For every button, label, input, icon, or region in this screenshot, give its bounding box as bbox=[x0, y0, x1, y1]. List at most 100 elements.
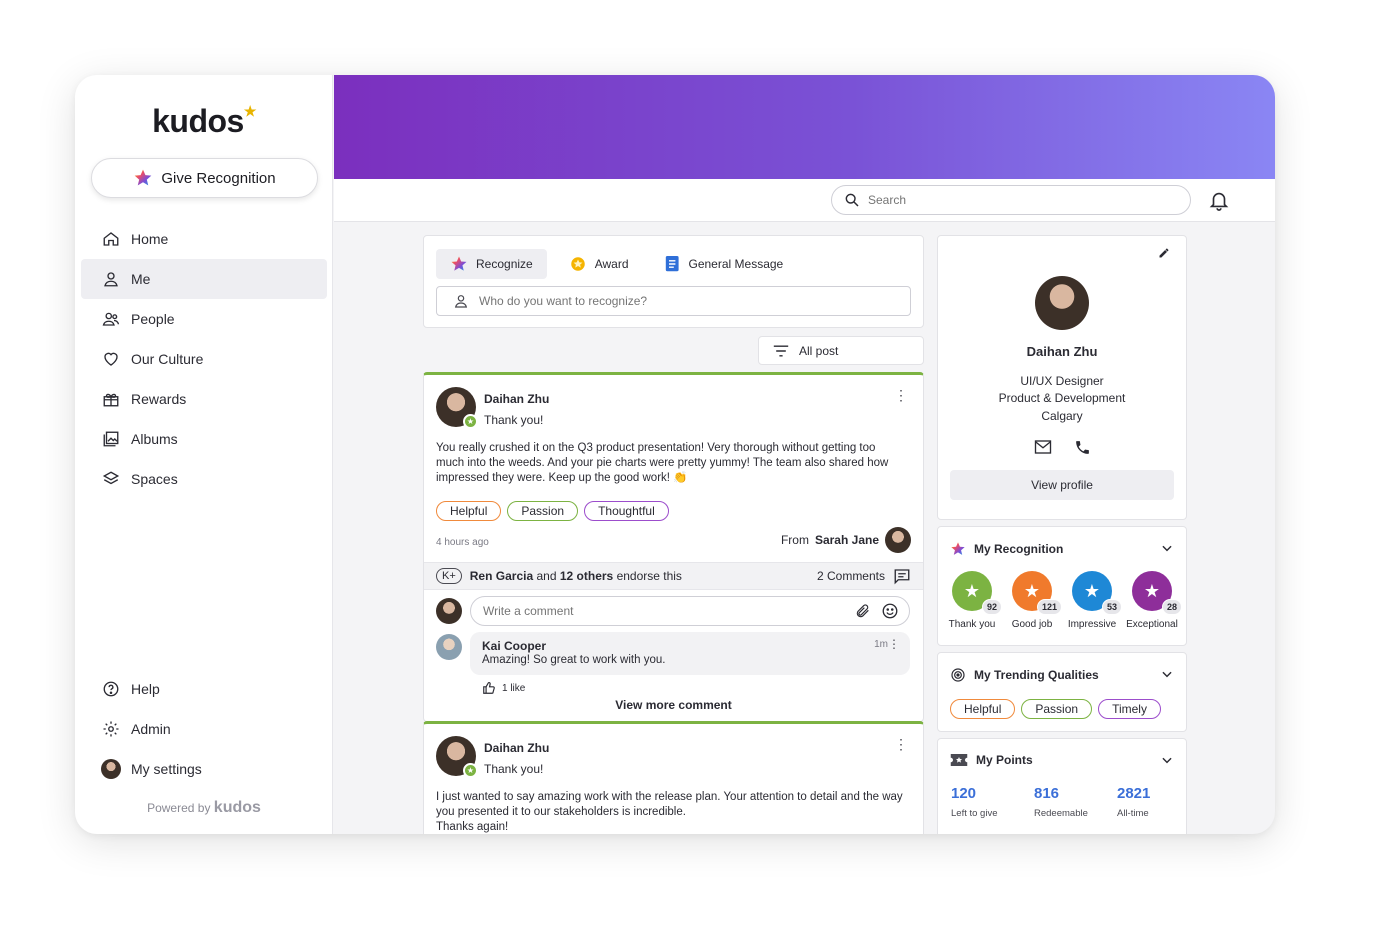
comment-icon bbox=[894, 569, 910, 585]
tag-chip[interactable]: Helpful bbox=[950, 699, 1016, 719]
sidebar-item-label: Albums bbox=[131, 431, 178, 447]
album-icon bbox=[101, 429, 121, 449]
post-title: Thank you! bbox=[484, 413, 544, 427]
recipient-field[interactable] bbox=[436, 286, 911, 316]
post-body: I just wanted to say amazing work with t… bbox=[436, 790, 911, 834]
sidebar-item-my-settings[interactable]: My settings bbox=[81, 749, 327, 789]
points-value: 2821 bbox=[1117, 785, 1151, 802]
view-profile-button[interactable]: View profile bbox=[950, 470, 1174, 500]
reply-options-icon[interactable]: ⋮ bbox=[888, 637, 900, 651]
section-title: My Points bbox=[976, 753, 1033, 767]
ticket-icon bbox=[950, 754, 968, 766]
tag-chip[interactable]: Passion bbox=[1021, 699, 1093, 719]
tag-chip[interactable]: Thoughtful bbox=[584, 501, 669, 521]
notifications-bell-icon[interactable] bbox=[1208, 188, 1230, 217]
recipient-input[interactable] bbox=[479, 294, 879, 308]
reply-author[interactable]: Kai Cooper bbox=[482, 639, 546, 653]
edit-pencil-icon[interactable] bbox=[1158, 246, 1170, 264]
chevron-down-icon[interactable] bbox=[1160, 753, 1174, 772]
badge-label: Impressive bbox=[1067, 619, 1117, 630]
badge-label: Exceptional bbox=[1126, 619, 1178, 630]
from-label: From bbox=[780, 533, 809, 547]
points-value: 120 bbox=[951, 785, 977, 802]
endorser-name[interactable]: Ren Garcia bbox=[470, 569, 533, 583]
sidebar-item-me[interactable]: Me bbox=[81, 259, 327, 299]
attachment-icon[interactable] bbox=[855, 603, 871, 619]
star-badge-icon: ★ 121 bbox=[1012, 571, 1062, 615]
recognition-badge[interactable]: ★ 28 Exceptional bbox=[1124, 571, 1182, 630]
tab-label: Award bbox=[594, 257, 629, 271]
sidebar-item-our-culture[interactable]: Our Culture bbox=[81, 339, 327, 379]
header-banner bbox=[334, 75, 1275, 179]
comment-input[interactable] bbox=[483, 604, 855, 618]
section-header: My Points bbox=[950, 753, 1033, 767]
main-nav: Home Me People Our Culture Rewards Album… bbox=[81, 219, 327, 499]
help-icon bbox=[101, 679, 121, 699]
phone-icon[interactable] bbox=[1074, 439, 1091, 456]
rainbow-star-icon bbox=[951, 542, 965, 555]
more-options-icon[interactable]: ⋮ bbox=[894, 387, 908, 404]
endorse-text: Ren Garcia and 12 others endorse this bbox=[470, 569, 682, 583]
endorse-button[interactable]: K+ bbox=[436, 568, 462, 584]
award-medal-icon bbox=[570, 257, 585, 271]
tag-chip[interactable]: Timely bbox=[1098, 699, 1161, 719]
comment-box[interactable] bbox=[470, 596, 910, 626]
document-icon bbox=[665, 256, 679, 272]
chevron-down-icon[interactable] bbox=[1160, 667, 1174, 686]
sidebar-item-albums[interactable]: Albums bbox=[81, 419, 327, 459]
author-avatar[interactable]: ★ bbox=[436, 736, 478, 778]
tag-chip[interactable]: Helpful bbox=[436, 501, 502, 521]
post-author[interactable]: Daihan Zhu bbox=[484, 741, 549, 755]
sidebar-item-spaces[interactable]: Spaces bbox=[81, 459, 327, 499]
search-box[interactable] bbox=[831, 185, 1191, 215]
thumbs-up-icon[interactable] bbox=[482, 681, 496, 695]
author-avatar[interactable]: ★ bbox=[436, 387, 478, 429]
sender-avatar[interactable] bbox=[885, 527, 911, 553]
sidebar-item-admin[interactable]: Admin bbox=[81, 709, 327, 749]
layers-icon bbox=[101, 469, 121, 489]
sidebar-item-label: People bbox=[131, 311, 175, 327]
current-user-avatar bbox=[436, 598, 462, 624]
emoji-icon[interactable] bbox=[881, 602, 899, 620]
post-author[interactable]: Daihan Zhu bbox=[484, 392, 549, 406]
sidebar-item-help[interactable]: Help bbox=[81, 669, 327, 709]
mail-icon[interactable] bbox=[1034, 439, 1052, 455]
post-timestamp: 4 hours ago bbox=[436, 537, 489, 548]
sidebar-item-rewards[interactable]: Rewards bbox=[81, 379, 327, 419]
person-icon bbox=[101, 269, 121, 289]
view-more-comments-link[interactable]: View more comment bbox=[424, 698, 923, 712]
secondary-nav: Help Admin My settings bbox=[81, 669, 327, 789]
recognition-badge[interactable]: ★ 121 Good job bbox=[1004, 571, 1062, 630]
search-icon bbox=[845, 193, 859, 207]
endorse-suffix: endorse this bbox=[616, 569, 682, 583]
profile-avatar[interactable] bbox=[1035, 276, 1089, 330]
sidebar: kudos★ Give Recognition Home Me People O… bbox=[75, 75, 333, 834]
search-input[interactable] bbox=[868, 193, 1168, 207]
logo[interactable]: kudos★ bbox=[75, 103, 333, 140]
sidebar-item-home[interactable]: Home bbox=[81, 219, 327, 259]
avatar bbox=[101, 759, 121, 779]
endorse-and: and bbox=[536, 569, 557, 583]
chevron-down-icon[interactable] bbox=[1160, 541, 1174, 560]
tab-recognize[interactable]: Recognize bbox=[436, 249, 547, 279]
top-bar bbox=[334, 179, 1275, 222]
gear-icon bbox=[101, 719, 121, 739]
like-row[interactable]: 1 like bbox=[482, 681, 525, 695]
reply-author-avatar[interactable] bbox=[436, 634, 462, 660]
app-window: kudos★ Give Recognition Home Me People O… bbox=[75, 75, 1275, 834]
give-recognition-button[interactable]: Give Recognition bbox=[91, 158, 318, 198]
feed-post: ★ Daihan Zhu Thank you! ⋮ You really cru… bbox=[423, 372, 924, 722]
sidebar-item-people[interactable]: People bbox=[81, 299, 327, 339]
sender-name[interactable]: Sarah Jane bbox=[815, 533, 879, 547]
tab-award[interactable]: Award bbox=[555, 249, 643, 279]
more-options-icon[interactable]: ⋮ bbox=[894, 736, 908, 753]
comments-toggle[interactable]: 2 Comments bbox=[817, 567, 911, 585]
tag-chip[interactable]: Passion bbox=[507, 501, 579, 521]
endorse-others[interactable]: 12 others bbox=[560, 569, 613, 583]
tab-general-message[interactable]: General Message bbox=[651, 249, 798, 279]
post-filter-dropdown[interactable]: All post bbox=[758, 336, 924, 365]
recognition-badge[interactable]: ★ 92 Thank you bbox=[944, 571, 1002, 630]
badge-count: 92 bbox=[981, 599, 1002, 615]
star-badge-icon: ★ 28 bbox=[1132, 571, 1182, 615]
recognition-badge[interactable]: ★ 53 Impressive bbox=[1064, 571, 1122, 630]
